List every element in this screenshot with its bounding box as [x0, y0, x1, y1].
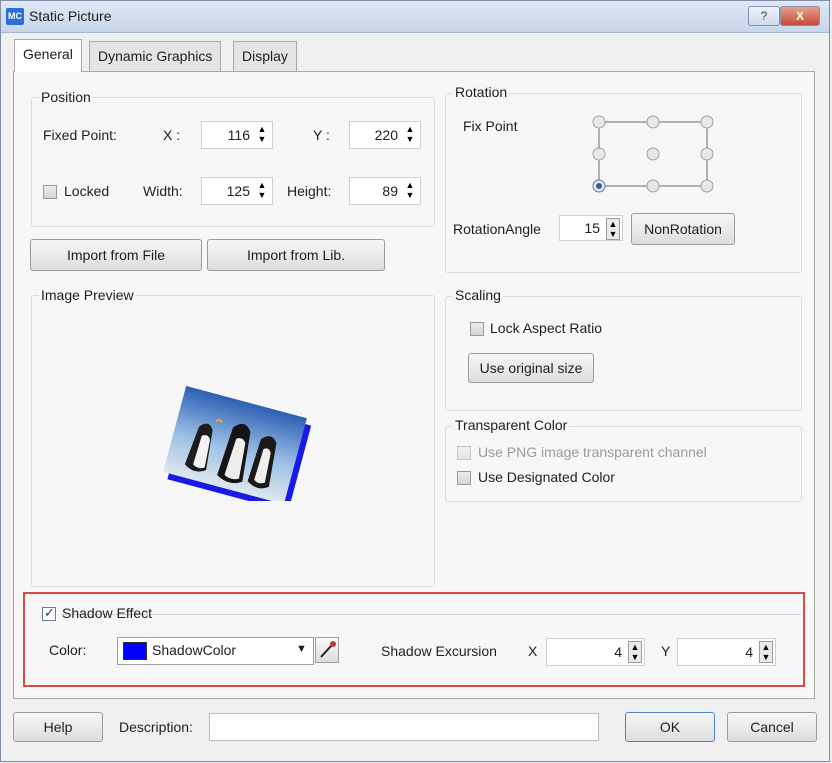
rotation-angle-label: RotationAngle: [453, 221, 541, 237]
width-label: Width:: [143, 183, 183, 199]
static-picture-dialog: MC Static Picture ? X General Dynamic Gr…: [0, 0, 830, 762]
spin-arrows-icon[interactable]: ▲ ▼: [628, 641, 642, 663]
spin-arrows-icon[interactable]: ▲ ▼: [255, 124, 269, 146]
excursion-y-value: 4: [745, 644, 753, 660]
shadow-excursion-label: Shadow Excursion: [381, 643, 497, 659]
height-value: 89: [382, 183, 398, 199]
y-value: 220: [374, 127, 398, 143]
import-from-file-button[interactable]: Import from File: [30, 239, 202, 271]
height-label: Height:: [287, 183, 332, 199]
preview-image: [163, 386, 312, 501]
x-label: X :: [163, 127, 181, 143]
shadow-color-label: Color:: [49, 642, 87, 658]
shadow-color-dropdown[interactable]: ShadowColor ▼: [117, 637, 314, 665]
eyedropper-button[interactable]: [315, 637, 339, 663]
position-group-title: Position: [39, 89, 93, 105]
x-value: 116: [227, 127, 250, 143]
lock-aspect-ratio-label: Lock Aspect Ratio: [490, 320, 603, 336]
non-rotation-button[interactable]: NonRotation: [631, 213, 735, 245]
excursion-x-label: X: [528, 643, 538, 659]
window-title: Static Picture: [29, 8, 112, 24]
fix-point-selector[interactable]: [589, 111, 715, 195]
position-group: [31, 97, 435, 227]
ok-button[interactable]: OK: [625, 712, 715, 742]
png-transparent-channel-checkbox[interactable]: [457, 446, 471, 460]
transparent-color-title: Transparent Color: [453, 417, 570, 433]
rotation-angle-spinbox[interactable]: 15 ▲ ▼: [559, 215, 623, 241]
fix-point-radio-icon: [592, 115, 714, 193]
shadow-color-name: ShadowColor: [152, 642, 237, 658]
y-spinbox[interactable]: 220 ▲ ▼: [349, 121, 421, 149]
excursion-y-spinbox[interactable]: 4 ▲ ▼: [677, 638, 776, 666]
lock-aspect-ratio-checkbox[interactable]: [470, 322, 484, 336]
excursion-y-label: Y: [661, 643, 671, 659]
shadow-color-swatch: [123, 642, 147, 660]
eyedropper-icon: [320, 641, 336, 658]
tab-dynamic-graphics[interactable]: Dynamic Graphics: [89, 41, 222, 71]
chevron-down-icon[interactable]: ▼: [296, 643, 307, 655]
shadow-divider: [61, 614, 801, 615]
excursion-x-value: 4: [614, 644, 622, 660]
shadow-effect-checkbox[interactable]: [42, 605, 56, 621]
spin-arrows-icon[interactable]: ▲ ▼: [759, 641, 773, 663]
tab-general[interactable]: General: [14, 39, 82, 72]
designated-color-checkbox[interactable]: [457, 471, 471, 485]
locked-label: Locked: [64, 183, 110, 199]
description-input[interactable]: [209, 713, 599, 741]
app-icon: MC: [6, 8, 24, 25]
designated-color-label: Use Designated Color: [478, 469, 615, 485]
rotation-group-title: Rotation: [453, 84, 510, 100]
x-spinbox[interactable]: 116 ▲ ▼: [201, 121, 273, 149]
spin-arrows-icon[interactable]: ▲ ▼: [403, 124, 417, 146]
excursion-x-spinbox[interactable]: 4 ▲ ▼: [546, 638, 645, 666]
spin-arrows-icon[interactable]: ▲ ▼: [606, 218, 620, 240]
close-button[interactable]: X: [780, 6, 820, 26]
locked-checkbox[interactable]: [43, 185, 57, 199]
title-bar[interactable]: MC Static Picture ? X: [1, 1, 829, 33]
fixed-point-label: Fixed Point:: [43, 127, 117, 143]
description-label: Description:: [119, 719, 193, 735]
png-transparent-channel-label: Use PNG image transparent channel: [478, 444, 707, 460]
image-preview-title: Image Preview: [39, 287, 136, 303]
fix-point-label: Fix Point: [463, 118, 518, 134]
rotation-angle-value: 15: [584, 220, 600, 236]
tab-display[interactable]: Display: [233, 41, 297, 71]
spin-arrows-icon[interactable]: ▲ ▼: [403, 180, 417, 202]
shadow-effect-label: Shadow Effect: [62, 605, 153, 621]
use-original-size-button[interactable]: Use original size: [468, 353, 594, 383]
help-button[interactable]: Help: [13, 712, 103, 742]
scaling-group-title: Scaling: [453, 287, 503, 303]
cancel-button[interactable]: Cancel: [727, 712, 817, 742]
y-label: Y :: [313, 127, 330, 143]
import-from-lib-button[interactable]: Import from Lib.: [207, 239, 385, 271]
width-value: 125: [226, 183, 250, 199]
height-spinbox[interactable]: 89 ▲ ▼: [349, 177, 421, 205]
title-help-button[interactable]: ?: [748, 6, 780, 26]
spin-arrows-icon[interactable]: ▲ ▼: [255, 180, 269, 202]
transparent-color-group: [445, 426, 802, 502]
width-spinbox[interactable]: 125 ▲ ▼: [201, 177, 273, 205]
